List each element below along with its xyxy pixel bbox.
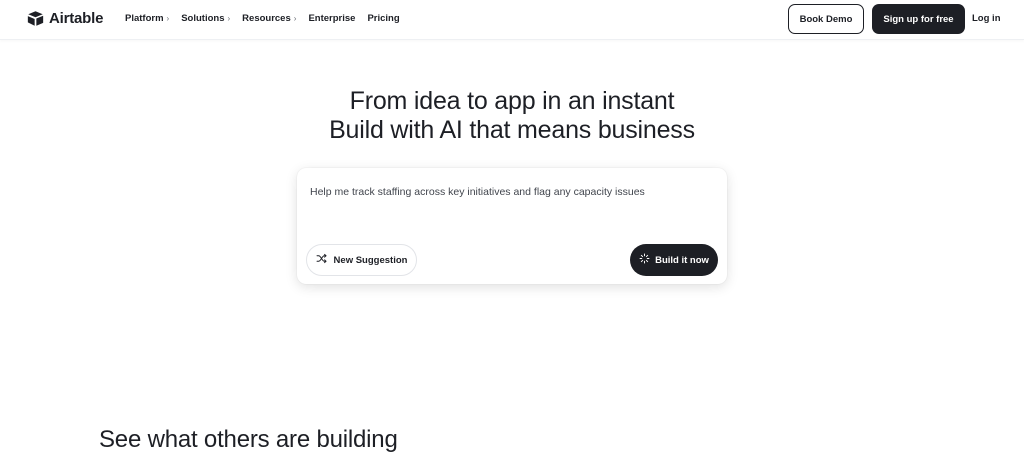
brand-name: Airtable xyxy=(49,10,104,27)
hero-subheadline: Build with AI that means business xyxy=(329,116,695,144)
nav-item-label: Solutions xyxy=(181,13,225,24)
prompt-input[interactable]: Help me track staffing across key initia… xyxy=(310,185,710,235)
nav-item-solutions[interactable]: Solutions › xyxy=(181,13,230,24)
chevron-right-icon: › xyxy=(293,14,297,23)
nav-item-resources[interactable]: Resources › xyxy=(242,13,296,24)
airtable-logo-icon xyxy=(27,10,44,27)
new-suggestion-button[interactable]: New Suggestion xyxy=(306,244,417,276)
sparkle-loader-icon xyxy=(639,253,650,267)
main-menu: Platform › Solutions › Resources › Enter… xyxy=(125,13,412,24)
nav-item-label: Resources xyxy=(242,13,291,24)
new-suggestion-label: New Suggestion xyxy=(333,254,408,266)
chevron-right-icon: › xyxy=(227,14,231,23)
book-demo-button[interactable]: Book Demo xyxy=(788,4,864,34)
top-navigation: Airtable Platform › Solutions › Resource… xyxy=(0,0,1024,40)
shuffle-icon xyxy=(316,253,327,267)
nav-item-label: Enterprise xyxy=(308,13,356,24)
section-title: See what others are building xyxy=(99,426,398,453)
chevron-right-icon: › xyxy=(166,14,170,23)
ai-prompt-card: Help me track staffing across key initia… xyxy=(297,168,727,284)
nav-item-platform[interactable]: Platform › xyxy=(125,13,169,24)
airtable-logo[interactable]: Airtable xyxy=(27,10,103,27)
sign-up-button[interactable]: Sign up for free xyxy=(872,4,965,34)
nav-item-pricing[interactable]: Pricing xyxy=(367,13,399,24)
log-in-link[interactable]: Log in xyxy=(972,13,1001,24)
nav-item-enterprise[interactable]: Enterprise xyxy=(308,13,355,24)
build-it-now-button[interactable]: Build it now xyxy=(630,244,718,276)
build-it-now-label: Build it now xyxy=(655,254,709,266)
nav-item-label: Pricing xyxy=(367,13,400,24)
hero-headline: From idea to app in an instant xyxy=(349,87,675,115)
nav-item-label: Platform xyxy=(125,13,164,24)
